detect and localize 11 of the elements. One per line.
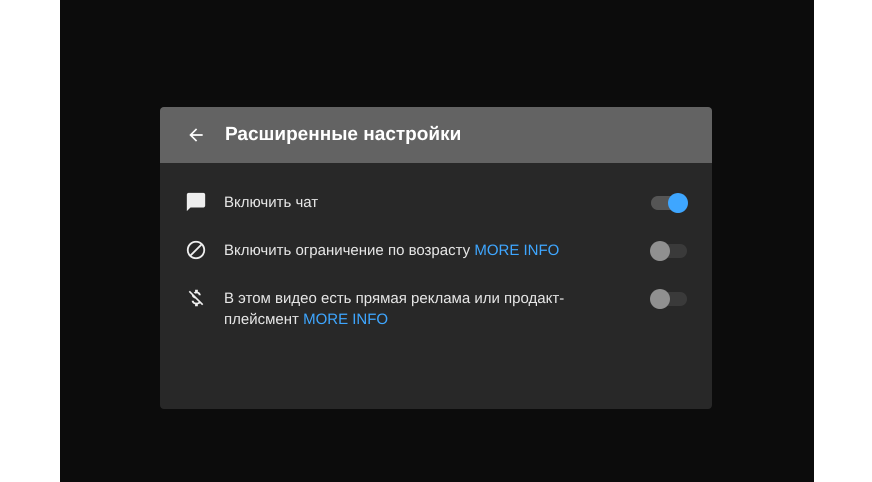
chat-bubble-icon bbox=[185, 191, 207, 213]
toggle-switch[interactable] bbox=[650, 289, 688, 309]
more-info-link[interactable]: MORE INFO bbox=[474, 242, 560, 259]
prohibited-icon bbox=[185, 239, 207, 261]
setting-label: Включить ограничение по возрасту MORE INFO bbox=[224, 241, 560, 261]
toggle-switch[interactable] bbox=[650, 241, 688, 261]
toggle-switch[interactable] bbox=[650, 193, 688, 213]
more-info-link[interactable]: MORE INFO bbox=[303, 311, 388, 328]
dialog-title: Расширенные настройки bbox=[225, 122, 462, 147]
setting-label: В этом видео есть прямая реклама или продакт-плейсмент MORE INFO bbox=[224, 289, 566, 330]
setting-label: Включить чат bbox=[224, 193, 320, 213]
